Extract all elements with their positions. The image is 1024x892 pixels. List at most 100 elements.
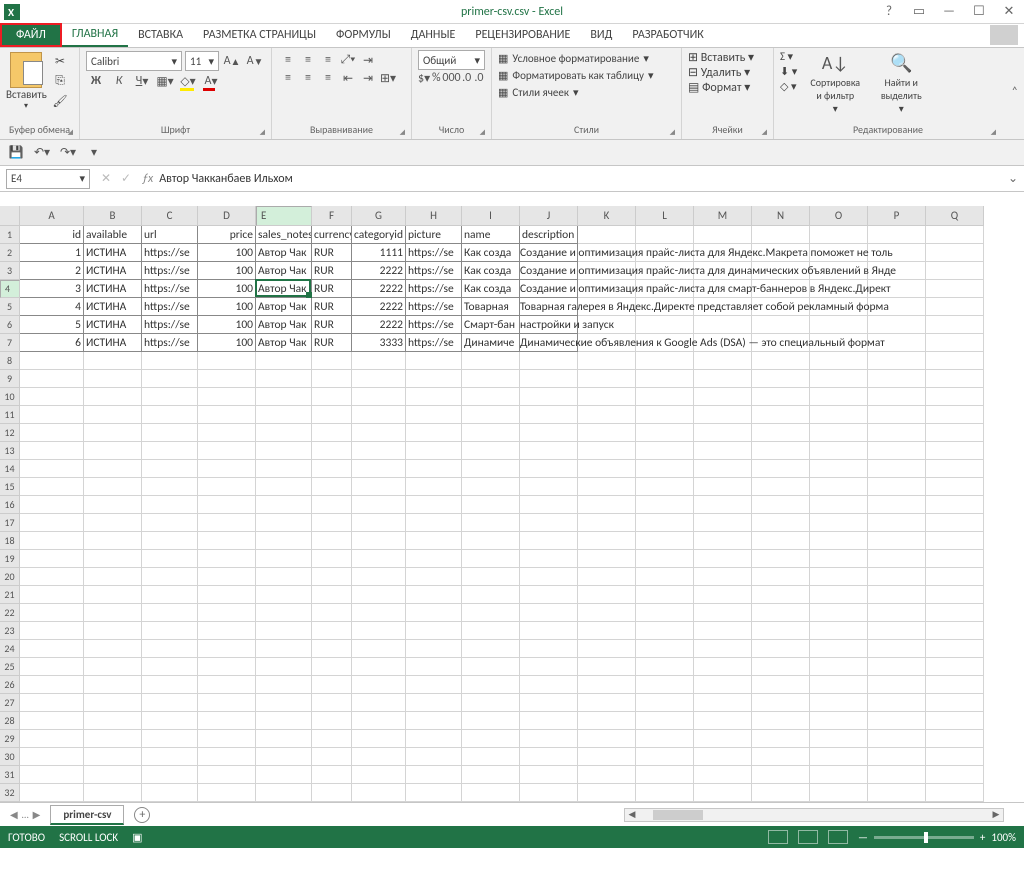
cell[interactable] [84, 478, 142, 496]
cell[interactable] [312, 766, 352, 784]
cell[interactable] [636, 568, 694, 586]
cell[interactable] [312, 460, 352, 478]
cell[interactable] [752, 730, 810, 748]
cell[interactable] [84, 352, 142, 370]
cell[interactable] [406, 532, 462, 550]
cell[interactable] [752, 676, 810, 694]
cell[interactable] [694, 658, 752, 676]
cell[interactable] [84, 388, 142, 406]
undo-icon[interactable]: ↶▾ [32, 145, 52, 160]
cell[interactable] [20, 766, 84, 784]
cell[interactable] [462, 712, 520, 730]
cell[interactable] [406, 514, 462, 532]
cell[interactable] [752, 406, 810, 424]
cell[interactable] [520, 460, 578, 478]
cell[interactable] [352, 370, 406, 388]
cell[interactable] [926, 766, 984, 784]
cell[interactable] [352, 406, 406, 424]
cell[interactable] [312, 568, 352, 586]
cell[interactable] [520, 550, 578, 568]
cell[interactable]: https://se [142, 244, 198, 262]
cell[interactable] [520, 640, 578, 658]
cell-overflow[interactable]: Создание и оптимизация прайс-листа для Я… [520, 244, 893, 262]
cell[interactable] [84, 604, 142, 622]
cell[interactable] [578, 730, 636, 748]
cell[interactable] [520, 478, 578, 496]
cell[interactable] [810, 424, 868, 442]
cell[interactable] [520, 370, 578, 388]
copy-icon[interactable]: ⎘ [50, 72, 70, 90]
cell[interactable] [520, 748, 578, 766]
cell[interactable] [868, 568, 926, 586]
row-header-31[interactable]: 31 [0, 766, 20, 784]
macro-record-icon[interactable]: ▣ [132, 831, 142, 844]
cell[interactable]: 4 [20, 298, 84, 316]
view-pagebreak-icon[interactable] [828, 830, 848, 844]
collapse-ribbon-icon[interactable]: ˄ [1002, 48, 1024, 139]
cell[interactable] [810, 568, 868, 586]
cell[interactable] [20, 748, 84, 766]
cell[interactable]: 6 [20, 334, 84, 352]
cell[interactable] [198, 784, 256, 802]
cell[interactable] [142, 370, 198, 388]
cell[interactable]: 2222 [352, 316, 406, 334]
col-header-J[interactable]: J [520, 206, 578, 226]
cell[interactable] [926, 262, 984, 280]
cell[interactable] [520, 586, 578, 604]
cell[interactable] [520, 712, 578, 730]
col-header-B[interactable]: B [84, 206, 142, 226]
cell[interactable] [312, 784, 352, 802]
cell[interactable] [926, 406, 984, 424]
cell[interactable] [752, 712, 810, 730]
cell[interactable] [810, 784, 868, 802]
cell[interactable] [84, 676, 142, 694]
cell[interactable] [84, 694, 142, 712]
cell[interactable] [926, 478, 984, 496]
cell[interactable] [810, 766, 868, 784]
cell-overflow[interactable]: настройки и запуск [520, 316, 614, 334]
cell[interactable] [312, 604, 352, 622]
row-header-3[interactable]: 3 [0, 262, 20, 280]
cell[interactable] [578, 442, 636, 460]
cell[interactable] [694, 406, 752, 424]
cell[interactable]: 100 [198, 298, 256, 316]
cell[interactable]: 100 [198, 316, 256, 334]
ribbon-options-icon[interactable]: ▭ [908, 4, 930, 19]
tab-review[interactable]: РЕЦЕНЗИРОВАНИЕ [465, 23, 580, 47]
cell[interactable] [20, 406, 84, 424]
close-icon[interactable]: ✕ [998, 4, 1020, 19]
cell[interactable]: https://se [406, 298, 462, 316]
fx-icon[interactable]: ƒx [142, 172, 153, 186]
cell[interactable] [352, 460, 406, 478]
cell[interactable]: ИСТИНА [84, 244, 142, 262]
cell[interactable] [752, 370, 810, 388]
cell[interactable] [142, 712, 198, 730]
cell[interactable] [462, 658, 520, 676]
cell[interactable] [256, 622, 312, 640]
cell[interactable] [352, 388, 406, 406]
cell[interactable] [694, 568, 752, 586]
cell[interactable] [926, 712, 984, 730]
cell[interactable] [256, 586, 312, 604]
cell[interactable] [810, 496, 868, 514]
cell[interactable] [142, 586, 198, 604]
cell[interactable] [84, 640, 142, 658]
cell[interactable] [20, 676, 84, 694]
cell[interactable] [752, 658, 810, 676]
cell[interactable] [578, 658, 636, 676]
cell[interactable] [694, 370, 752, 388]
cell[interactable] [520, 784, 578, 802]
cell[interactable] [84, 406, 142, 424]
row-header-11[interactable]: 11 [0, 406, 20, 424]
cell[interactable] [84, 442, 142, 460]
tab-formulas[interactable]: ФОРМУЛЫ [326, 23, 401, 47]
cell[interactable] [752, 640, 810, 658]
cell[interactable] [84, 568, 142, 586]
cell[interactable] [868, 226, 926, 244]
cell[interactable] [84, 370, 142, 388]
cell[interactable] [926, 550, 984, 568]
row-header-2[interactable]: 2 [0, 244, 20, 262]
cell[interactable] [256, 604, 312, 622]
row-header-7[interactable]: 7 [0, 334, 20, 352]
cell[interactable] [198, 730, 256, 748]
